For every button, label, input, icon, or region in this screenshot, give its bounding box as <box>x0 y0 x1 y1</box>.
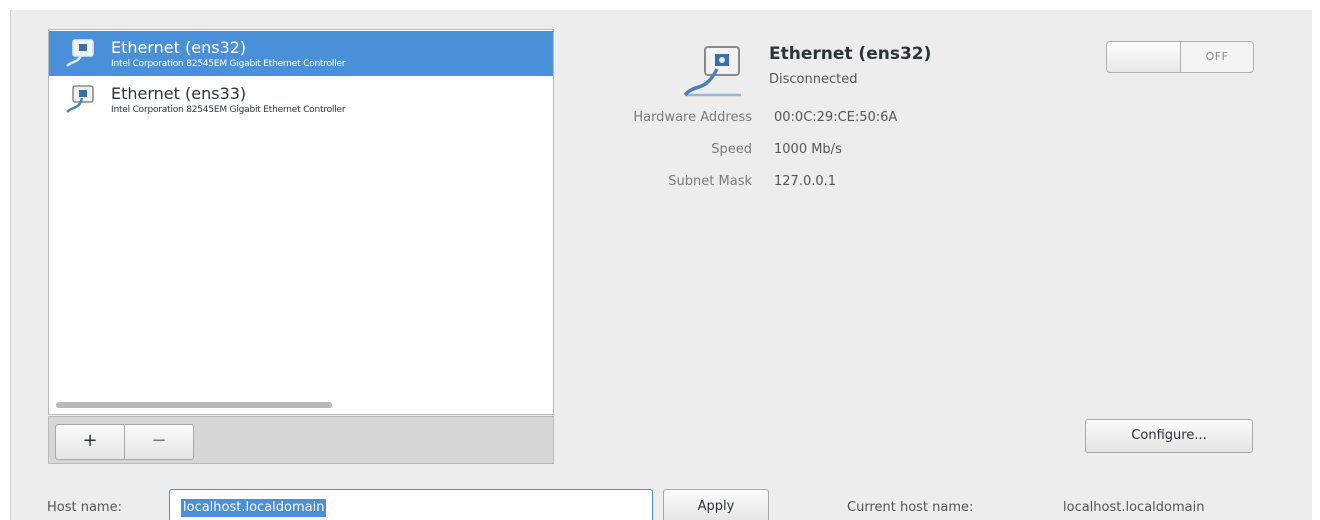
connection-status: Disconnected <box>769 72 858 87</box>
device-description: Intel Corporation 82545EM Gigabit Ethern… <box>111 104 346 115</box>
hardware-address-label: Hardware Address <box>633 110 752 125</box>
device-row-ens32[interactable]: Ethernet (ens32) Intel Corporation 82545… <box>49 31 553 76</box>
ethernet-cable-icon <box>66 84 94 113</box>
subnet-mask-label: Subnet Mask <box>668 174 752 189</box>
speed-label: Speed <box>711 142 752 157</box>
hardware-address-value: 00:0C:29:CE:50:6A <box>774 110 898 125</box>
ethernet-cable-icon <box>683 46 741 97</box>
remove-device-button[interactable]: − <box>124 424 194 460</box>
device-list: Ethernet (ens32) Intel Corporation 82545… <box>48 29 554 415</box>
device-row-ens33[interactable]: Ethernet (ens33) Intel Corporation 82545… <box>49 77 553 122</box>
network-settings-window: Ethernet (ens32) Intel Corporation 82545… <box>10 10 1312 520</box>
host-name-label: Host name: <box>47 500 122 515</box>
apply-button[interactable]: Apply <box>663 489 769 520</box>
current-host-name-label: Current host name: <box>847 500 974 515</box>
device-description: Intel Corporation 82545EM Gigabit Ethern… <box>111 58 346 69</box>
device-name: Ethernet (ens33) <box>111 83 247 103</box>
list-horizontal-scrollbar[interactable] <box>56 402 332 408</box>
configure-button[interactable]: Configure... <box>1085 419 1253 453</box>
speed-value: 1000 Mb/s <box>774 142 842 157</box>
ethernet-cable-icon <box>66 38 94 67</box>
host-name-input[interactable] <box>169 489 653 520</box>
device-list-toolbar: + − <box>48 416 554 464</box>
device-name: Ethernet (ens32) <box>111 37 247 57</box>
device-title: Ethernet (ens32) <box>769 44 932 64</box>
switch-state-label: OFF <box>1205 50 1229 63</box>
subnet-mask-value: 127.0.0.1 <box>774 174 837 189</box>
switch-knob <box>1107 42 1181 72</box>
add-device-button[interactable]: + <box>55 424 125 460</box>
connection-toggle-switch[interactable]: OFF <box>1106 41 1254 73</box>
current-host-name-value: localhost.localdomain <box>1063 500 1205 515</box>
